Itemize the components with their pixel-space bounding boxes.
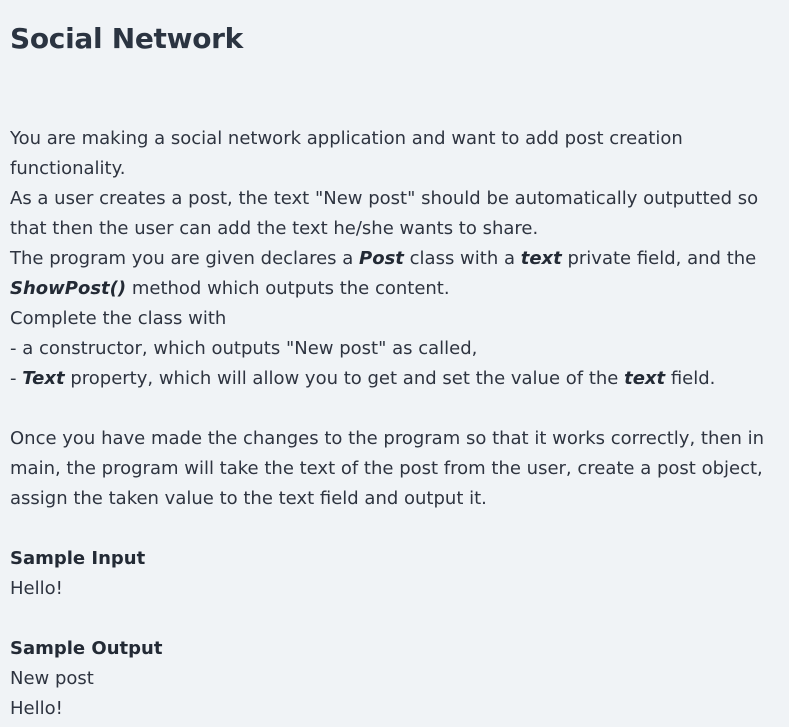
- sample-input-gap: [10, 514, 775, 544]
- paragraph-2-line-3: assign the taken value to the text field…: [10, 488, 487, 509]
- paragraph-2-line-1: Once you have made the changes to the pr…: [10, 428, 764, 449]
- description-line-9: - Text property, which will allow you to…: [10, 364, 775, 394]
- description-line-6: ShowPost() method which outputs the cont…: [10, 274, 775, 304]
- description-line-8: - a constructor, which outputs "New post…: [10, 338, 478, 359]
- sample-output-label: Sample Output: [10, 638, 163, 659]
- description-line-5-text-a: The program you are given declares a: [10, 248, 360, 269]
- post-class-name: Post: [359, 248, 404, 269]
- description-line-5-text-e: private field, and the: [561, 248, 757, 269]
- sample-output-line-2: Hello!: [10, 698, 63, 719]
- sample-output-line-1: New post: [10, 668, 94, 689]
- sample-input-label: Sample Input: [10, 548, 146, 569]
- description-line-9-text-c: property, which will allow you to get an…: [64, 368, 625, 389]
- sample-input-line: Hello!: [10, 578, 63, 599]
- paragraph-2-line-2: main, the program will take the text of …: [10, 458, 763, 479]
- problem-description: You are making a social network applicat…: [10, 124, 775, 724]
- description-line-5: The program you are given declares a Pos…: [10, 244, 775, 274]
- sample-output-gap: [10, 604, 775, 634]
- description-line-4: that then the user can add the text he/s…: [10, 218, 539, 239]
- description-line-2: functionality.: [10, 158, 126, 179]
- description-line-6-text-b: method which outputs the content.: [126, 278, 450, 299]
- problem-page: Social Network You are making a social n…: [0, 0, 789, 727]
- description-line-9-text-a: -: [10, 368, 23, 389]
- description-line-7: Complete the class with: [10, 308, 227, 329]
- showpost-method-name: ShowPost(): [10, 278, 127, 299]
- text-field-reference: text: [624, 368, 666, 389]
- text-field-name: text: [520, 248, 562, 269]
- text-property-name: Text: [22, 368, 65, 389]
- description-line-5-text-c: class with a: [403, 248, 521, 269]
- description-line-9-text-e: field.: [665, 368, 716, 389]
- description-line-1: You are making a social network applicat…: [10, 128, 683, 149]
- description-line-3: As a user creates a post, the text "New …: [10, 188, 759, 209]
- page-title: Social Network: [10, 22, 243, 55]
